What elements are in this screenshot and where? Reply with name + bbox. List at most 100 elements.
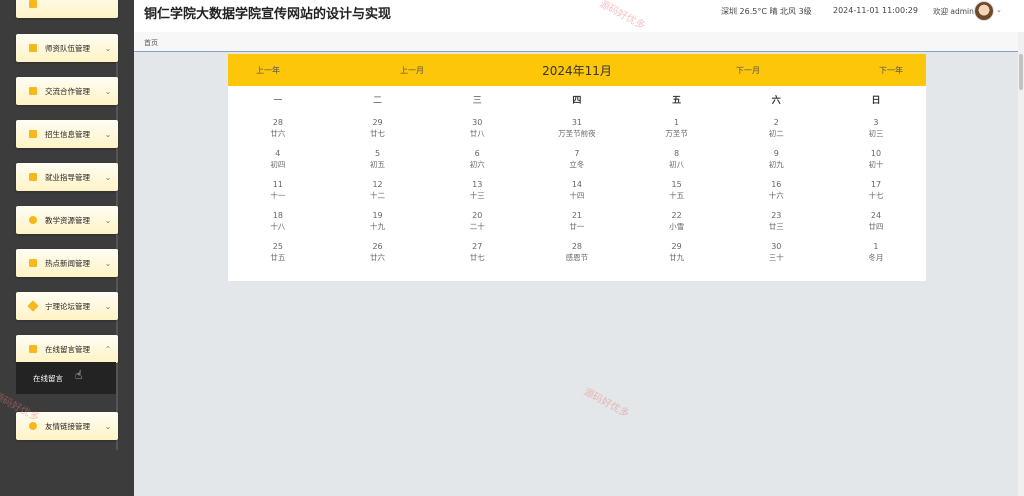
sidebar-item-admission[interactable]: 招生信息管理 ⌄: [16, 120, 118, 148]
folder-icon: [29, 44, 37, 52]
day-number: 1: [674, 118, 680, 127]
lunar-label: 初九: [768, 160, 784, 169]
chevron-down-icon[interactable]: ⌄: [996, 6, 1002, 14]
lunar-label: 十二: [370, 191, 386, 200]
lunar-label: 廿四: [868, 222, 884, 231]
day-number: 31: [571, 118, 582, 127]
sidebar: 师资队伍管理 ⌄ 交流合作管理 ⌄ 招生信息管理 ⌄ 就业指导管理 ⌄ 教学资源…: [0, 0, 134, 496]
chevron-down-icon: ⌄: [104, 129, 112, 139]
day-number: 18: [272, 211, 283, 220]
lunar-label: 廿五: [270, 253, 286, 262]
chevron-down-icon: ⌄: [104, 421, 112, 431]
day-number: 6: [474, 149, 480, 158]
sidebar-item-messages[interactable]: 在线留言管理 ⌃: [16, 335, 118, 363]
calendar-day-cell[interactable]: 14 十四: [527, 180, 627, 211]
day-number: 30: [472, 118, 483, 127]
lunar-label: 十三: [469, 191, 485, 200]
lunar-label: 十九: [370, 222, 386, 231]
sidebar-item-teaching[interactable]: 教学资源管理 ⌄: [16, 206, 118, 234]
lunar-label: 十七: [868, 191, 884, 200]
page-scrollbar[interactable]: [1018, 32, 1024, 496]
calendar-day-cell[interactable]: 15 十五: [627, 180, 727, 211]
calendar-day-cell[interactable]: 18 十八: [228, 211, 328, 242]
calendar: 2024年11月 上一年 上一月 下一月 下一年 一 二 三 四 五 六 日 2…: [228, 54, 926, 281]
lunar-label: 初六: [469, 160, 485, 169]
calendar-day-cell[interactable]: 6 初六: [427, 149, 527, 180]
sidebar-item-exchange[interactable]: 交流合作管理 ⌄: [16, 77, 118, 105]
sidebar-item-top-partial[interactable]: [16, 0, 118, 18]
day-number: 7: [574, 149, 580, 158]
sidebar-item-label: 就业指导管理: [45, 172, 90, 182]
calendar-day-cell[interactable]: 7 立冬: [527, 149, 627, 180]
calendar-day-cell[interactable]: 28 感恩节: [527, 242, 627, 273]
submenu-item-online-message[interactable]: 在线留言: [33, 373, 63, 384]
day-number: 9: [773, 149, 779, 158]
avatar[interactable]: [974, 1, 994, 21]
calendar-day-cell[interactable]: 11 十一: [228, 180, 328, 211]
next-month-button[interactable]: 下一月: [736, 65, 760, 76]
day-number: 28: [272, 118, 283, 127]
calendar-day-cell[interactable]: 31 万圣节前夜: [527, 118, 627, 149]
calendar-title: 2024年11月: [542, 64, 612, 78]
calendar-day-cell[interactable]: 13 十三: [427, 180, 527, 211]
calendar-day-cell[interactable]: 12 十二: [328, 180, 428, 211]
calendar-day-cell[interactable]: 3 初三: [826, 118, 926, 149]
calendar-day-cell[interactable]: 19 十九: [328, 211, 428, 242]
lunar-label: 十六: [768, 191, 784, 200]
lunar-label: 初三: [868, 129, 884, 138]
calendar-day-cell[interactable]: 22 小雪: [627, 211, 727, 242]
lunar-label: 廿六: [370, 253, 386, 262]
day-number: 3: [873, 118, 879, 127]
chevron-down-icon: ⌄: [104, 43, 112, 53]
breadcrumb-home[interactable]: 首页: [144, 38, 158, 48]
lunar-label: 感恩节: [565, 253, 589, 262]
day-number: 24: [870, 211, 882, 220]
prev-year-button[interactable]: 上一年: [256, 65, 280, 76]
grid-icon: [29, 130, 37, 138]
calendar-day-cell[interactable]: 26 廿六: [328, 242, 428, 273]
calendar-day-cell[interactable]: 23 廿三: [726, 211, 826, 242]
sidebar-item-news[interactable]: 热点新闻管理 ⌄: [16, 249, 118, 277]
calendar-day-cell[interactable]: 21 廿一: [527, 211, 627, 242]
calendar-day-cell[interactable]: 20 二十: [427, 211, 527, 242]
calendar-day-cell[interactable]: 1 万圣节: [627, 118, 727, 149]
calendar-day-cell[interactable]: 1 冬月: [826, 242, 926, 273]
day-number: 19: [372, 211, 383, 220]
sidebar-item-employment[interactable]: 就业指导管理 ⌄: [16, 163, 118, 191]
calendar-day-cell[interactable]: 28 廿六: [228, 118, 328, 149]
tag-icon: [27, 300, 39, 312]
day-number: 8: [674, 149, 680, 158]
calendar-day-cell[interactable]: 10 初十: [826, 149, 926, 180]
weekday-label: 五: [672, 96, 682, 106]
next-year-button[interactable]: 下一年: [879, 65, 903, 76]
calendar-day-cell[interactable]: 16 十六: [726, 180, 826, 211]
calendar-day-cell[interactable]: 27 廿七: [427, 242, 527, 273]
weekday-label: 四: [572, 96, 582, 106]
prev-month-button[interactable]: 上一月: [400, 65, 424, 76]
circle-icon: [29, 216, 37, 224]
sidebar-item-forum[interactable]: 宁理论坛管理 ⌄: [16, 292, 118, 320]
folder-icon: [29, 87, 37, 95]
sidebar-item-label: 招生信息管理: [45, 129, 90, 139]
calendar-day-cell[interactable]: 17 十七: [826, 180, 926, 211]
lunar-label: 立冬: [569, 160, 585, 169]
calendar-day-cell[interactable]: 24 廿四: [826, 211, 926, 242]
sidebar-item-label: 交流合作管理: [45, 86, 90, 96]
lunar-label: 初八: [669, 160, 685, 169]
calendar-day-cell[interactable]: 29 廿九: [627, 242, 727, 273]
calendar-day-cell[interactable]: 30 廿八: [427, 118, 527, 149]
sidebar-item-faculty[interactable]: 师资队伍管理 ⌄: [16, 34, 118, 62]
calendar-day-cell[interactable]: 5 初五: [328, 149, 428, 180]
day-number: 16: [771, 180, 782, 189]
scrollbar-thumb[interactable]: [1019, 54, 1023, 90]
calendar-day-cell[interactable]: 4 初四: [228, 149, 328, 180]
calendar-day-cell[interactable]: 2 初二: [726, 118, 826, 149]
calendar-day-cell[interactable]: 25 廿五: [228, 242, 328, 273]
day-number: 10: [870, 149, 882, 158]
calendar-day-cell[interactable]: 29 廿七: [328, 118, 428, 149]
calendar-day-cell[interactable]: 9 初九: [726, 149, 826, 180]
calendar-day-cell[interactable]: 8 初八: [627, 149, 727, 180]
day-number: 12: [372, 180, 383, 189]
calendar-day-cell[interactable]: 30 三十: [726, 242, 826, 273]
day-number: 20: [472, 211, 483, 220]
